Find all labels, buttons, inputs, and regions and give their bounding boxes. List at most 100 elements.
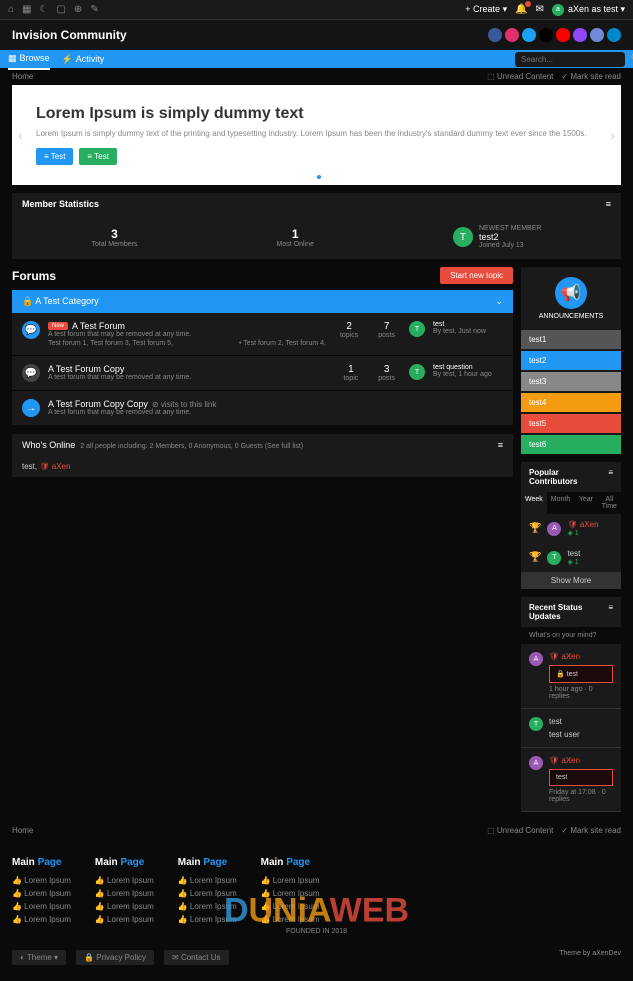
section-menu-icon[interactable]: ≡: [498, 440, 503, 450]
section-menu-icon[interactable]: ≡: [606, 199, 611, 209]
forum-row[interactable]: 💬 A Test Forum CopyA test forum that may…: [12, 356, 513, 391]
tab-week[interactable]: Week: [521, 492, 547, 514]
notifications-icon[interactable]: 🔔: [515, 4, 527, 15]
footer-link[interactable]: 👍 Lorem Ipsum: [12, 874, 71, 887]
forum-title[interactable]: A Test Forum Copy Copy ⊘ visits to this …: [48, 399, 503, 409]
contact-link[interactable]: ✉ Contact Us: [164, 950, 229, 965]
tab-alltime[interactable]: All Time: [598, 492, 621, 514]
announcement-item[interactable]: test6: [521, 435, 621, 454]
announcement-item[interactable]: test5: [521, 414, 621, 433]
footer-link[interactable]: 👍 Lorem Ipsum: [95, 874, 154, 887]
hero-next-icon[interactable]: ›: [610, 127, 615, 143]
home-icon[interactable]: ⌂: [8, 4, 14, 15]
footer-link[interactable]: 👍 Lorem Ipsum: [261, 913, 320, 926]
avatar[interactable]: T: [529, 717, 543, 731]
avatar[interactable]: T: [409, 321, 425, 337]
subforums[interactable]: • Test forum 2, Test forum 4,: [239, 340, 326, 347]
globe-icon[interactable]: ⊕: [74, 4, 82, 15]
mark-read-link[interactable]: ✓ Mark site read: [561, 826, 621, 835]
hero-button-1[interactable]: ≡ Test: [36, 148, 73, 165]
category-header[interactable]: 🔒 A Test Category ⌄: [12, 290, 513, 313]
contributor-name[interactable]: 🛡 aXen: [567, 520, 598, 529]
social-icon[interactable]: [573, 28, 587, 42]
forum-title[interactable]: A Test Forum Copy: [48, 364, 329, 374]
footer-link[interactable]: 👍 Lorem Ipsum: [178, 874, 237, 887]
breadcrumb-home[interactable]: Home: [12, 72, 33, 81]
tab-browse[interactable]: ▦ Browse: [8, 49, 50, 70]
avatar[interactable]: A: [529, 756, 543, 770]
status-author[interactable]: test: [549, 717, 613, 726]
tab-year[interactable]: Year: [574, 492, 597, 514]
online-user-admin[interactable]: 🛡 aXen: [39, 462, 70, 471]
forum-row[interactable]: 💬 NewA Test ForumA test forum that may b…: [12, 313, 513, 356]
footer-link[interactable]: 👍 Lorem Ipsum: [12, 887, 71, 900]
social-icon[interactable]: [505, 28, 519, 42]
brush-icon[interactable]: ✎: [90, 4, 98, 15]
footer-link[interactable]: 👍 Lorem Ipsum: [95, 913, 154, 926]
create-button[interactable]: + Create ▾: [465, 4, 507, 15]
social-icon[interactable]: [522, 28, 536, 42]
status-text[interactable]: 🔒 test: [549, 665, 613, 683]
newest-name[interactable]: test2: [479, 232, 542, 242]
announcement-item[interactable]: test1: [521, 330, 621, 349]
social-icon[interactable]: [488, 28, 502, 42]
footer-link[interactable]: 👍 Lorem Ipsum: [95, 887, 154, 900]
search-input[interactable]: [521, 55, 631, 64]
status-author[interactable]: 🛡 aXen: [549, 652, 613, 661]
footer-link[interactable]: 👍 Lorem Ipsum: [178, 887, 237, 900]
footer-link[interactable]: 👍 Lorem Ipsum: [95, 900, 154, 913]
tab-month[interactable]: Month: [547, 492, 574, 514]
announcement-item[interactable]: test3: [521, 372, 621, 391]
messages-icon[interactable]: ✉: [536, 4, 544, 15]
avatar[interactable]: A: [529, 652, 543, 666]
square-icon[interactable]: ▢: [56, 4, 65, 15]
unread-content-link[interactable]: ⬚ Unread Content: [487, 72, 553, 81]
grid-icon[interactable]: ▦: [22, 4, 31, 15]
avatar[interactable]: T: [453, 227, 473, 247]
status-text[interactable]: test: [549, 769, 613, 786]
search-box[interactable]: 🔍: [515, 52, 625, 67]
social-icon[interactable]: [539, 28, 553, 42]
forum-row[interactable]: → A Test Forum Copy Copy ⊘ visits to thi…: [12, 391, 513, 426]
breadcrumb-home[interactable]: Home: [12, 826, 33, 835]
footer-link[interactable]: 👍 Lorem Ipsum: [261, 887, 320, 900]
announcement-item[interactable]: test2: [521, 351, 621, 370]
footer-link[interactable]: 👍 Lorem Ipsum: [178, 913, 237, 926]
footer-link[interactable]: 👍 Lorem Ipsum: [178, 900, 237, 913]
section-menu-icon[interactable]: ≡: [608, 468, 613, 486]
avatar: a: [552, 4, 564, 16]
status-input[interactable]: What's on your mind?: [521, 627, 621, 644]
show-more-button[interactable]: Show More: [521, 572, 621, 589]
mark-read-link[interactable]: ✓ Mark site read: [561, 72, 621, 81]
hero-dot[interactable]: [317, 175, 321, 179]
hero-button-2[interactable]: ≡ Test: [79, 148, 116, 165]
footer-link[interactable]: 👍 Lorem Ipsum: [261, 874, 320, 887]
avatar[interactable]: T: [409, 364, 425, 380]
status-author[interactable]: 🛡 aXen: [549, 756, 613, 765]
last-post-title[interactable]: test question: [433, 364, 503, 371]
subforums[interactable]: Test forum 1, Test forum 3, Test forum 5…: [48, 340, 231, 347]
forum-title[interactable]: NewA Test Forum: [48, 321, 231, 331]
last-post-title[interactable]: test: [433, 321, 503, 328]
contributor-item[interactable]: 🏆A🛡 aXen◈ 1: [521, 514, 621, 543]
social-icon[interactable]: [590, 28, 604, 42]
moon-icon[interactable]: ☾: [40, 4, 49, 15]
social-icon[interactable]: [607, 28, 621, 42]
social-icon[interactable]: [556, 28, 570, 42]
footer-link[interactable]: 👍 Lorem Ipsum: [12, 913, 71, 926]
tab-activity[interactable]: ⚡ Activity: [62, 49, 105, 70]
footer-link[interactable]: 👍 Lorem Ipsum: [261, 900, 320, 913]
user-menu[interactable]: a aXen as test ▾: [552, 4, 625, 16]
contributor-name[interactable]: test: [567, 549, 580, 558]
theme-button[interactable]: ◐ Theme ▾: [12, 950, 66, 965]
footer-heading: Main Page: [95, 857, 154, 868]
start-topic-button[interactable]: Start new topic: [440, 267, 513, 284]
footer-link[interactable]: 👍 Lorem Ipsum: [12, 900, 71, 913]
brand[interactable]: Invision Community: [12, 28, 127, 42]
unread-content-link[interactable]: ⬚ Unread Content: [487, 826, 553, 835]
privacy-link[interactable]: 🔒 Privacy Policy: [76, 950, 154, 965]
contributor-item[interactable]: 🏆Ttest◈ 1: [521, 543, 621, 572]
announcement-item[interactable]: test4: [521, 393, 621, 412]
section-menu-icon[interactable]: ≡: [608, 603, 613, 621]
hero-prev-icon[interactable]: ‹: [18, 127, 23, 143]
